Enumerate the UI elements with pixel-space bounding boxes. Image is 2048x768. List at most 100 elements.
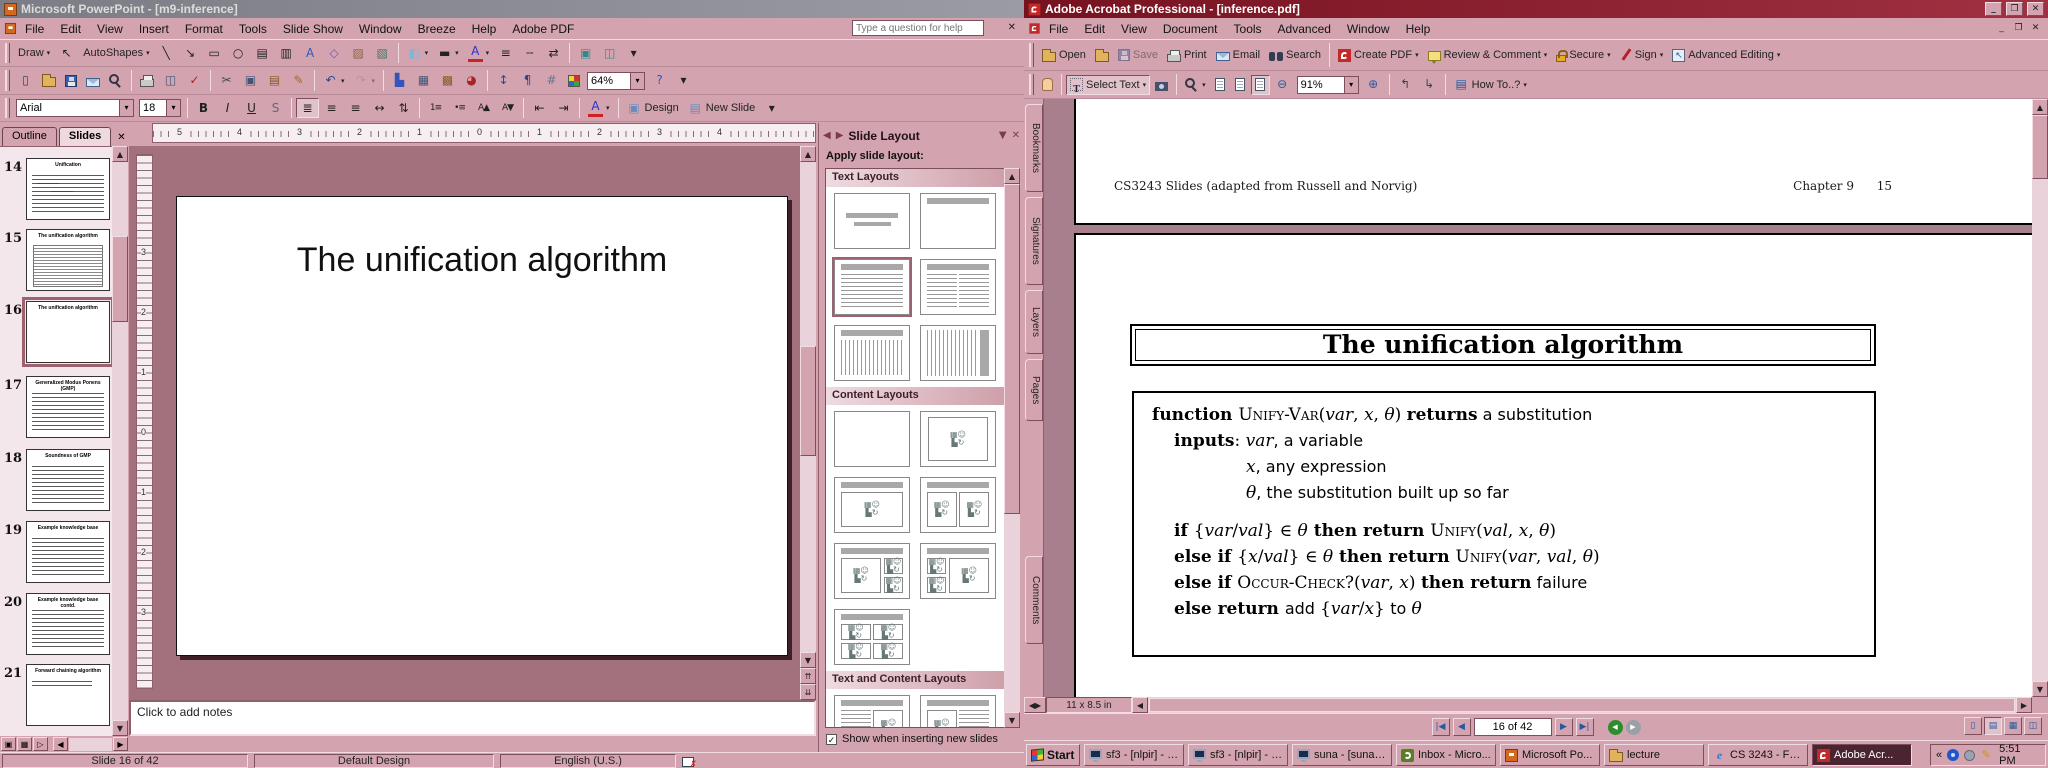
bold-button[interactable]: B xyxy=(192,98,215,118)
sign-button[interactable]: Sign▾ xyxy=(1616,45,1668,65)
zoom-in-button[interactable]: ⊕ xyxy=(1362,75,1385,95)
expand-all-button[interactable]: ↕ xyxy=(492,71,515,91)
paste-button[interactable]: ▤ xyxy=(263,71,286,91)
select-text-button[interactable]: Select Text▾ xyxy=(1066,75,1150,95)
align-left-button[interactable]: ≣ xyxy=(296,98,319,118)
layout-content[interactable]: ▦☺▙↻ xyxy=(920,411,996,467)
show-grid-button[interactable]: # xyxy=(540,71,563,91)
layout-list-scrollbar[interactable]: ▲ ▼ xyxy=(1004,168,1020,728)
doc-close-icon[interactable]: ✕ xyxy=(2027,22,2044,36)
scroll-down-icon[interactable]: ▼ xyxy=(800,652,816,668)
ppt-menu-slide-show[interactable]: Slide Show xyxy=(275,20,351,38)
document-vertical-scrollbar[interactable]: ▲ ▼ xyxy=(2032,99,2048,697)
slide-canvas[interactable]: The unification algorithm xyxy=(176,196,788,656)
zoom-combo[interactable]: 64%▾ xyxy=(587,72,645,90)
nav-tab-layers[interactable]: Layers xyxy=(1025,290,1043,354)
zoom-out-button[interactable]: ⊖ xyxy=(1271,75,1294,95)
cut-button[interactable]: ✂ xyxy=(215,71,238,91)
line-color-button[interactable]: ▬▾ xyxy=(433,43,463,63)
scroll-down-icon[interactable]: ▼ xyxy=(112,720,128,736)
copy-button[interactable]: ▣ xyxy=(239,71,262,91)
italic-button[interactable]: I xyxy=(216,98,239,118)
font-size-combo[interactable]: 18▾ xyxy=(139,99,181,117)
slide-design-button[interactable]: ▣Design xyxy=(623,98,683,118)
layout-blank[interactable] xyxy=(834,411,910,467)
show-when-inserting-option[interactable]: ✓ Show when inserting new slides xyxy=(826,733,998,745)
nav-tab-comments[interactable]: Comments xyxy=(1025,556,1043,644)
layout-title-vtext[interactable] xyxy=(834,325,910,381)
normal-view-icon[interactable]: ▣ xyxy=(1,737,16,751)
line-style-button[interactable]: ≡ xyxy=(494,43,517,63)
taskbar-button-adobe-acr-[interactable]: Adobe Acr... xyxy=(1812,744,1912,766)
bullets-button[interactable]: •≡ xyxy=(448,98,471,118)
show-formatting-button[interactable]: ¶ xyxy=(516,71,539,91)
scroll-down-icon[interactable]: ▼ xyxy=(1004,712,1020,728)
fit-page-button[interactable] xyxy=(1231,75,1250,95)
next-page-icon[interactable]: ▶ xyxy=(1555,718,1573,736)
text-direction-button[interactable]: ⇅ xyxy=(392,98,415,118)
ppt-menu-view[interactable]: View xyxy=(89,20,131,38)
layout-vtitle-vtext[interactable] xyxy=(920,325,996,381)
layout-title-4content[interactable]: ▦☺▙↻▦☺▙↻▦☺▙↻▦☺▙↻ xyxy=(834,609,910,665)
facing-layout-icon[interactable]: ◫ xyxy=(2024,717,2042,735)
toolbar-options-button[interactable]: ▾ xyxy=(672,71,695,91)
print-button[interactable] xyxy=(136,71,158,91)
scroll-up-icon[interactable]: ▲ xyxy=(112,146,128,162)
layout-title-text-content[interactable]: ▦☺▙↻ xyxy=(834,695,910,728)
vertical-text-box-tool-button[interactable]: ▥ xyxy=(275,43,298,63)
nav-tab-bookmarks[interactable]: Bookmarks xyxy=(1025,104,1043,192)
shadow-style-button[interactable]: ▣ xyxy=(574,43,597,63)
slide-thumbnail-15[interactable]: The unification algorithm xyxy=(26,229,110,291)
ppt-menu-adobe-pdf[interactable]: Adobe PDF xyxy=(504,20,582,38)
scrollbar-thumb[interactable] xyxy=(112,236,128,322)
slide-thumbnail-21[interactable]: Forward chaining algorithm xyxy=(26,664,110,726)
layout-title-content-right-2[interactable]: ▦☺▙↻▦☺▙↻▦☺▙↻ xyxy=(920,543,996,599)
select-objects-button[interactable]: ↖ xyxy=(55,43,78,63)
toolbar-grip[interactable] xyxy=(5,98,10,119)
underline-button[interactable]: U xyxy=(240,98,263,118)
scroll-up-icon[interactable]: ▲ xyxy=(1004,168,1020,184)
slide-thumbnail-18[interactable]: Soundness of GMP xyxy=(26,449,110,511)
combo-dropdown-icon[interactable]: ▾ xyxy=(1344,77,1358,93)
acr-menu-view[interactable]: View xyxy=(1113,20,1155,38)
review-and-comment-button[interactable]: Review & Comment▾ xyxy=(1424,45,1552,65)
toolbar-grip[interactable] xyxy=(5,43,10,64)
scrollbar-thumb[interactable] xyxy=(1004,184,1020,514)
help-button[interactable]: ? xyxy=(648,71,671,91)
ppt-menu-format[interactable]: Format xyxy=(177,20,231,38)
scroll-left-icon[interactable]: ◀ xyxy=(1132,697,1148,713)
tray-icon-blue[interactable] xyxy=(1947,749,1959,761)
ppt-menu-breeze[interactable]: Breeze xyxy=(410,20,464,38)
layout-title-content[interactable]: ▦☺▙↻ xyxy=(834,477,910,533)
previous-page-icon[interactable]: ◀ xyxy=(1453,718,1471,736)
print-button[interactable]: Print xyxy=(1163,45,1211,65)
zoom-in-tool-button[interactable]: ▾ xyxy=(1181,75,1210,95)
combo-dropdown-icon[interactable]: ▾ xyxy=(119,100,133,116)
layout-title-only[interactable] xyxy=(920,193,996,249)
fit-width-button[interactable] xyxy=(1251,75,1270,95)
spelling-button[interactable]: ✓ xyxy=(183,71,206,91)
scroll-up-icon[interactable]: ▲ xyxy=(2032,99,2048,115)
close-presentation-icon[interactable]: ✕ xyxy=(1008,22,1016,33)
start-button[interactable]: Start xyxy=(1026,744,1080,766)
acr-menu-file[interactable]: File xyxy=(1041,20,1076,38)
taskbar-button-microsoft-po-[interactable]: Microsoft Po... xyxy=(1500,744,1600,766)
notes-pane[interactable]: Click to add notes xyxy=(129,700,816,736)
font-name-combo[interactable]: Arial▾ xyxy=(16,99,134,117)
close-task-pane-icon[interactable]: ✕ xyxy=(1012,130,1020,141)
grayscale-preview-button[interactable]: ◕ xyxy=(460,71,483,91)
continuous-layout-icon[interactable]: ▤ xyxy=(1984,717,2002,735)
tab-outline[interactable]: Outline xyxy=(2,127,57,146)
scroll-up-icon[interactable]: ▲ xyxy=(800,146,816,162)
new-slide-button[interactable]: ▤New Slide xyxy=(684,98,760,118)
tab-slides[interactable]: Slides xyxy=(59,127,111,146)
single-page-layout-icon[interactable]: ▯ xyxy=(1964,717,1982,735)
slide-sorter-view-icon[interactable]: ▦ xyxy=(17,737,32,751)
acr-menu-help[interactable]: Help xyxy=(1398,20,1439,38)
taskbar-button-sf3-nlpir-f-[interactable]: sf3 - [nlpir] - F... xyxy=(1188,744,1288,766)
ppt-menu-file[interactable]: File xyxy=(17,20,52,38)
taskbar-button-suna-suna-[interactable]: suna - [suna] ... xyxy=(1292,744,1392,766)
numbering-button[interactable]: 1≡ xyxy=(424,98,447,118)
create-pdf-button[interactable]: Create PDF▾ xyxy=(1334,45,1423,65)
font-color-button[interactable]: A▾ xyxy=(584,98,614,118)
